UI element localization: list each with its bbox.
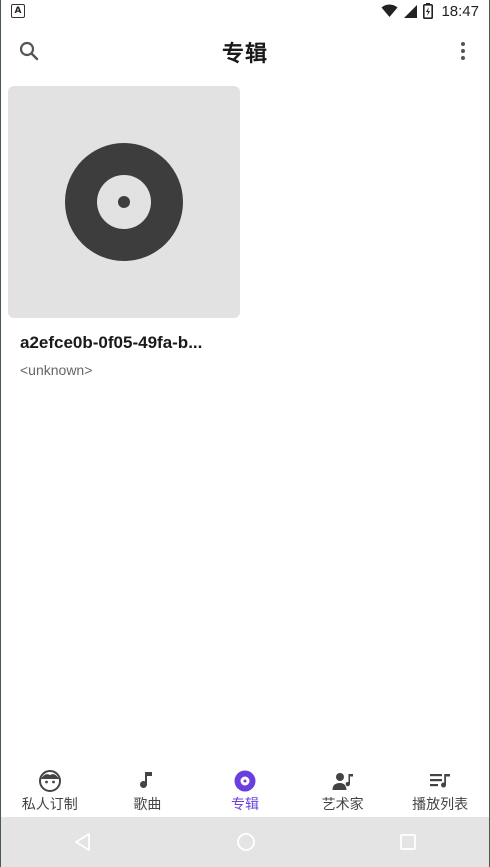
app-screen: A 18:47 专辑 a2efce0b-0f05-49fa-b... <unkn…: [0, 0, 490, 867]
nav-label: 私人订制: [21, 797, 78, 813]
app-bar: 专辑: [1, 22, 489, 80]
album-icon: [234, 770, 256, 792]
nav-item-playlists[interactable]: 播放列表: [391, 765, 489, 814]
album-card[interactable]: a2efce0b-0f05-49fa-b... <unknown>: [8, 86, 240, 378]
status-bar: A 18:47: [1, 0, 489, 22]
artist-icon: [332, 773, 353, 790]
music-note-icon: [140, 772, 153, 788]
nav-item-private[interactable]: 私人订制: [1, 765, 99, 814]
nav-item-artists[interactable]: 艺术家: [294, 765, 392, 814]
playlist-icon: [430, 774, 451, 788]
nav-label: 艺术家: [321, 797, 364, 813]
album-cover: [8, 86, 240, 318]
nav-label: 专辑: [230, 797, 259, 813]
album-title: a2efce0b-0f05-49fa-b...: [20, 333, 203, 352]
home-icon[interactable]: [236, 832, 256, 852]
bottom-nav: 私人订制 歌曲 专辑 艺术家 播放列表: [1, 765, 489, 817]
page-title: 专辑: [221, 42, 268, 67]
status-time: 18:47: [441, 2, 479, 20]
nav-item-songs[interactable]: 歌曲: [99, 765, 197, 814]
back-icon[interactable]: [73, 832, 93, 852]
nav-label: 歌曲: [133, 797, 162, 813]
cell-signal-icon: [404, 5, 418, 18]
nav-item-albums[interactable]: 专辑: [196, 765, 294, 814]
notification-app-icon: A: [11, 4, 25, 18]
vinyl-disc-icon: [65, 143, 183, 261]
nav-label: 播放列表: [412, 797, 469, 813]
face-icon: [38, 770, 61, 792]
battery-icon: [423, 3, 434, 19]
system-nav-bar: [1, 817, 489, 867]
recents-icon[interactable]: [399, 833, 417, 851]
wifi-icon: [381, 4, 398, 17]
more-vert-icon[interactable]: [451, 39, 475, 63]
album-artist: <unknown>: [20, 362, 93, 378]
